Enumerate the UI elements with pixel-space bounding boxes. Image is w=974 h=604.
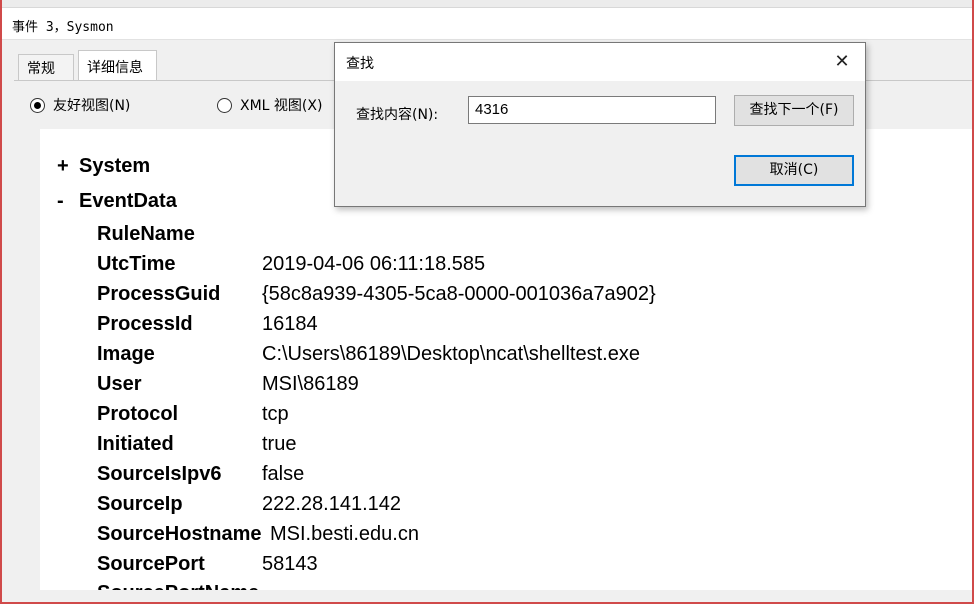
expand-icon[interactable]: +	[57, 155, 79, 178]
field-value: 16184	[262, 313, 318, 335]
find-dialog-title: 查找	[346, 56, 374, 72]
field-name: Image	[97, 343, 155, 365]
field-value: {58c8a939-4305-5ca8-0000-001036a7a902}	[262, 283, 656, 305]
radio-checked-icon	[30, 97, 45, 113]
field-value: MSI.besti.edu.cn	[270, 523, 419, 545]
background-window-strip	[0, 0, 974, 8]
field-name: Initiated	[97, 433, 174, 455]
field-value: 2019-04-06 06:11:18.585	[262, 253, 486, 275]
field-name: SourceHostname	[97, 523, 262, 545]
tree-node-eventdata[interactable]: - EventData	[57, 190, 177, 213]
xml-view-label: XML 视图(X)	[240, 98, 323, 114]
tree-node-system[interactable]: + System	[57, 155, 150, 178]
field-name: SourcePort	[97, 553, 205, 575]
field-value: true	[262, 433, 297, 455]
field-value: 58143	[262, 553, 318, 575]
field-value: C:\Users\86189\Desktop\ncat\shelltest.ex…	[262, 343, 640, 365]
find-what-label: 查找内容(N):	[356, 107, 439, 123]
radio-unchecked-icon	[217, 97, 232, 113]
field-value: MSI\86189	[262, 373, 359, 395]
collapse-icon[interactable]: -	[57, 190, 79, 213]
field-name: ProcessId	[97, 313, 193, 335]
tab-general[interactable]: 常规	[18, 54, 74, 80]
find-dialog-title-bar[interactable]: 查找 ✕	[335, 43, 865, 81]
field-name: SourceIsIpv6	[97, 463, 222, 485]
field-name: SourceIp	[97, 493, 183, 515]
field-name: UtcTime	[97, 253, 176, 275]
friendly-view-label: 友好视图(N)	[53, 98, 131, 114]
window-title-bar[interactable]: 事件 3，Sysmon	[2, 8, 972, 40]
field-name: SourcePortName	[97, 582, 259, 590]
close-icon[interactable]: ✕	[831, 52, 853, 72]
tree-node-label: System	[79, 155, 151, 177]
field-value: 222.28.141.142	[262, 493, 402, 515]
frame-border	[0, 0, 2, 604]
friendly-view-radio[interactable]: 友好视图(N)	[30, 95, 130, 115]
xml-view-radio[interactable]: XML 视图(X)	[217, 95, 322, 115]
field-value: tcp	[262, 403, 289, 425]
find-next-button[interactable]: 查找下一个(F)	[734, 95, 854, 126]
field-name: RuleName	[97, 223, 195, 245]
field-name: User	[97, 373, 142, 395]
window-title: 事件 3，Sysmon	[12, 20, 114, 35]
field-name: ProcessGuid	[97, 283, 221, 305]
field-name: Protocol	[97, 403, 179, 425]
field-value: false	[262, 463, 305, 485]
tree-node-label: EventData	[79, 190, 177, 212]
find-dialog[interactable]: 查找 ✕ 查找内容(N): 4316 查找下一个(F) 取消(C)	[334, 42, 866, 207]
find-what-input[interactable]: 4316	[468, 96, 716, 124]
tab-details[interactable]: 详细信息	[78, 50, 157, 80]
cancel-button[interactable]: 取消(C)	[734, 155, 854, 186]
